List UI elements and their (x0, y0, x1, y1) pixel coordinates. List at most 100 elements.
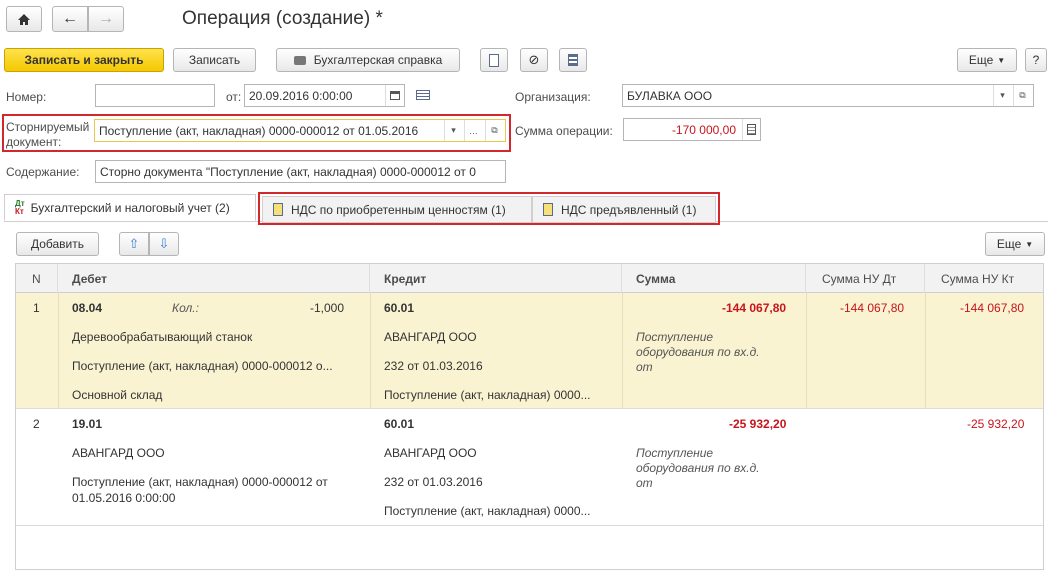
back-button[interactable]: ← (52, 6, 88, 32)
row-sum[interactable]: -25 932,20 (729, 417, 786, 431)
credit-subconto-3[interactable]: Поступление (акт, накладная) 0000... (384, 504, 591, 518)
number-label: Номер: (6, 90, 47, 104)
move-down-button[interactable]: ⇩ (149, 232, 179, 256)
row-sum-nu-kt[interactable]: -25 932,20 (967, 417, 1024, 431)
chevron-down-icon: ▾ (451, 125, 456, 135)
tab-vat-acquired[interactable]: НДС по приобретенным ценностям (1) (262, 196, 532, 223)
row1-col-sep (370, 293, 371, 409)
organization-dropdown-button[interactable]: ▾ (993, 85, 1011, 106)
document-button[interactable] (480, 48, 508, 72)
open-icon: ⧉ (491, 125, 498, 135)
arrow-down-icon: ⇩ (158, 236, 170, 251)
debit-subconto-3[interactable]: Основной склад (72, 388, 162, 402)
date-field[interactable]: 20.09.2016 0:00:00 (244, 84, 405, 107)
arrow-up-icon: ⇧ (128, 236, 140, 251)
calculator-icon (747, 124, 756, 135)
row-sum[interactable]: -144 067,80 (722, 301, 786, 315)
credit-account[interactable]: 60.01 (384, 301, 414, 315)
number-field[interactable] (95, 84, 215, 107)
sum-field[interactable]: -170 000,00 (623, 118, 761, 141)
document-icon (489, 53, 499, 67)
col-header-debit[interactable]: Дебет (58, 264, 370, 293)
save-button[interactable]: Записать (173, 48, 256, 72)
col-header-sum[interactable]: Сумма (622, 264, 806, 293)
document-icon (543, 203, 553, 216)
storno-label-line2: документ: (6, 135, 62, 149)
debit-subconto-2[interactable]: Поступление (акт, накладная) 0000-000012… (72, 359, 333, 373)
tab-vat-presented[interactable]: НДС предъявленный (1) (532, 196, 716, 223)
move-up-button[interactable]: ⇧ (119, 232, 149, 256)
storno-select-button[interactable]: … (464, 120, 482, 141)
organization-value: БУЛАВКА ООО (627, 88, 713, 103)
qty-value[interactable]: -1,000 (310, 301, 344, 315)
table-more-button[interactable]: Еще ▼ (985, 232, 1045, 256)
add-button[interactable]: Добавить (16, 232, 99, 256)
col-header-sum-nu-dt[interactable]: Сумма НУ Дт (806, 264, 925, 293)
col-header-credit[interactable]: Кредит (370, 264, 622, 293)
attachment-button[interactable]: ⊘ (520, 48, 548, 72)
organization-open-button[interactable]: ⧉ (1013, 85, 1031, 106)
storno-dropdown-button[interactable]: ▾ (444, 120, 462, 141)
col-header-n[interactable]: N (16, 264, 58, 293)
row1-col-sep (622, 293, 623, 409)
row-sum-nu-kt[interactable]: -144 067,80 (960, 301, 1024, 315)
calendar-icon (389, 91, 400, 100)
row1-col-sep (925, 293, 926, 409)
tab-vat-acquired-label: НДС по приобретенным ценностям (1) (291, 202, 506, 217)
document-icon (273, 203, 283, 216)
dropdown-arrow-icon: ▼ (1025, 239, 1034, 249)
debit-subconto-2[interactable]: Поступление (акт, накладная) 0000-000012… (72, 475, 328, 489)
content-label: Содержание: (6, 165, 80, 179)
row-comment-line3: от (636, 476, 653, 490)
row-comment-line1: Поступление (636, 446, 714, 460)
storno-label-line1: Сторнируемый (6, 120, 90, 134)
debit-credit-icon: Дт Кт (15, 198, 25, 216)
debit-subconto-2-cont[interactable]: 01.05.2016 0:00:00 (72, 491, 175, 505)
calculator-button[interactable] (742, 119, 760, 140)
arrow-left-icon: ← (62, 10, 78, 27)
tab-vat-presented-label: НДС предъявленный (1) (561, 202, 697, 217)
chevron-down-icon: ▾ (1000, 90, 1005, 100)
debit-subconto-1[interactable]: Деревообрабатывающий станок (72, 330, 252, 344)
credit-subconto-2[interactable]: 232 от 01.03.2016 (384, 475, 483, 489)
paperclip-icon: ⊘ (528, 52, 540, 67)
date-value: 20.09.2016 0:00:00 (249, 88, 353, 103)
sum-value: -170 000,00 (671, 122, 736, 137)
more-label: Еще (968, 53, 994, 67)
save-close-button[interactable]: Записать и закрыть (4, 48, 164, 72)
debit-account[interactable]: 08.04 (72, 301, 102, 315)
row1-col-sep (58, 293, 59, 409)
storno-document-value: Поступление (акт, накладная) 0000-000012… (99, 123, 419, 138)
storno-open-button[interactable]: ⧉ (485, 120, 503, 141)
forward-button[interactable]: → (88, 6, 124, 32)
printer-icon (293, 55, 306, 65)
date-label: от: (226, 90, 242, 104)
col-header-sum-nu-kt[interactable]: Сумма НУ Кт (925, 264, 1043, 293)
accounting-ref-button[interactable]: Бухгалтерская справка (276, 48, 460, 72)
row-sum-nu-dt[interactable]: -144 067,80 (840, 301, 904, 315)
debit-account[interactable]: 19.01 (72, 417, 102, 431)
sum-label: Сумма операции: (515, 124, 613, 138)
credit-subconto-2[interactable]: 232 от 01.03.2016 (384, 359, 483, 373)
home-icon (18, 13, 30, 25)
credit-account[interactable]: 60.01 (384, 417, 414, 431)
organization-label: Организация: (515, 90, 591, 104)
arrow-right-icon: → (98, 10, 114, 27)
tab-accounting[interactable]: Дт Кт Бухгалтерский и налоговый учет (2) (4, 194, 256, 221)
list-button[interactable] (559, 48, 587, 72)
history-icon[interactable] (416, 90, 430, 100)
home-button[interactable] (6, 6, 42, 32)
more-button[interactable]: Еще ▼ (957, 48, 1017, 72)
debit-subconto-1[interactable]: АВАНГАРД ООО (72, 446, 165, 460)
credit-subconto-1[interactable]: АВАНГАРД ООО (384, 446, 477, 460)
row-number: 2 (33, 417, 40, 431)
list-icon (568, 54, 578, 66)
help-button[interactable]: ? (1025, 48, 1047, 72)
calendar-button[interactable] (385, 85, 403, 106)
accounting-ref-label: Бухгалтерская справка (313, 53, 443, 67)
credit-subconto-3[interactable]: Поступление (акт, накладная) 0000... (384, 388, 591, 402)
open-icon: ⧉ (1019, 90, 1026, 100)
organization-field[interactable]: БУЛАВКА ООО (622, 84, 1034, 107)
credit-subconto-1[interactable]: АВАНГАРД ООО (384, 330, 477, 344)
content-field[interactable]: Сторно документа "Поступление (акт, накл… (95, 160, 506, 183)
